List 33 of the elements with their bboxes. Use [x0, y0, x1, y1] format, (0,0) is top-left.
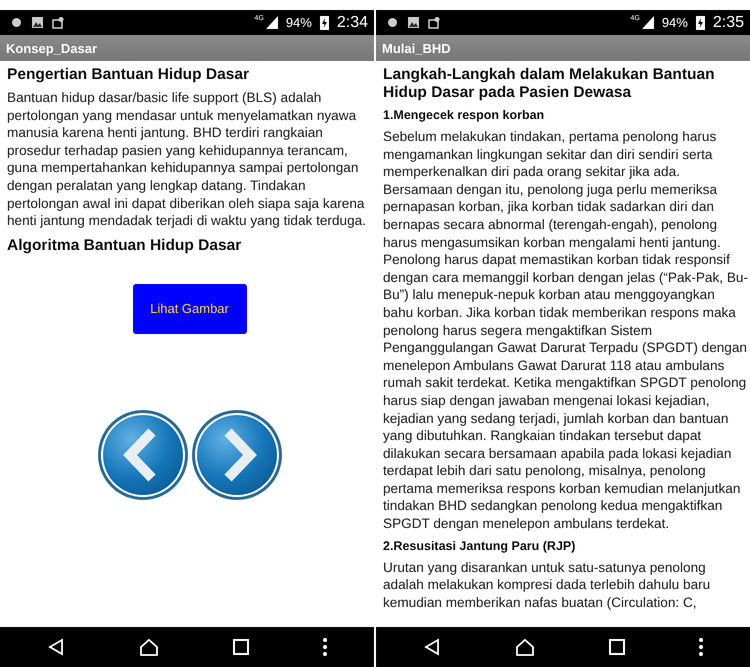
battery-charging-icon	[320, 15, 329, 30]
home-icon[interactable]	[515, 638, 535, 656]
battery-percent: 94%	[662, 15, 688, 30]
signal-icon	[642, 16, 654, 29]
signal-icon	[266, 16, 278, 29]
screen-title: Mulai_BHD	[376, 35, 750, 61]
paragraph-text: Bantuan hidup dasar/basic life support (BLS) adalah pertolongan yang mendasar untuk menyelamatkan nyawa manusia karena henti jantung. BHD terdiri rangkaian prosedur terhadap pasien yang kehidupannya terancam, guna mempertahankan kehidupannya sampai pertolongan dengan peralatan yang lengkap datang. Tindakan pertolongan awal ini dapat diberikan oleh siapa saja karena henti jantung mendadak terjadi di waktu yang tidak terduga.	[7, 89, 367, 230]
battery-percent: 94%	[286, 15, 312, 30]
image-icon	[31, 16, 44, 29]
section-heading: Algoritma Bantuan Hidup Dasar	[7, 236, 242, 255]
step-heading: 2.Resusitasi Jantung Paru (RJP)	[383, 538, 576, 554]
paragraph-text: Sebelum melakukan tindakan, pertama penolong harus mengamankan lingkungan sekitar dan diri sendiri serta memperkenalkan diri pada orang sekitar jika ada. Bersamaan dengan itu, penolong juga perlu memeriksa pernapasan korban, jika korban tidak sadarkan diri dan bernapas secara abnormal (terengah-engah), penolong harus mengasumsikan korban mengalami henti jantung. Penolong harus dapat memastikan korban tidak responsif dengan cara memanggil korban dengan jelas (“Pak-Pak, Bu-Bu”) lalu menepuk-nepuk korban atau menggoyangkan bahu korban. Jika korban tidak memberikan respons maka penolong harus segera mengaktifkan Sistem Penganggulangan Gawat Darurat Terpadu (SPGDT) dengan menelepon Ambulans Gawat Darurat 118 atau ambulans rumah sakit terdekat. Ketika mengaktifkan SPGDT penolong harus siap dengan jawaban mengenai lokasi kejadian, kejadian yang sedang terjadi, jumlah korban dan bantuan yang dibutuhkan. Rangkaian tindakan tersebut dapat dilakukan secara bersamaan apabila pada lokasi kejadian terdapat lebih dari satu penolong, misalnya, penolong pertama memeriksa respons korban kemudian melanjutkan tindakan BHD sedangkan penolong kedua mengaktifkan SPGDT dengan menelepon ambulans terdekat.	[383, 128, 748, 533]
home-icon[interactable]	[139, 638, 159, 656]
notification-icon	[10, 16, 23, 29]
previous-button[interactable]	[96, 408, 190, 502]
section-heading: Langkah-Langkah dalam Melakukan Bantuan Hidup Dasar pada Pasien Dewasa	[383, 66, 716, 102]
menu-icon[interactable]	[323, 638, 327, 656]
section-heading: Pengertian Bantuan Hidup Dasar	[7, 66, 250, 84]
view-image-button[interactable]: Lihat Gambar	[132, 284, 246, 334]
back-icon[interactable]	[423, 638, 441, 656]
paragraph-text: Urutan yang disarankan untuk satu-satunya penolong adalah melakukan kompresi dada terlebih dahulu baru kemudian memberikan nafas buatan (Circulation: C,	[383, 558, 712, 612]
recents-icon[interactable]	[609, 639, 625, 655]
back-icon[interactable]	[47, 638, 65, 656]
clock-time: 2:35	[712, 14, 744, 32]
next-button[interactable]	[190, 408, 284, 502]
step-heading: 1.Mengecek respon korban	[383, 107, 546, 123]
image-icon	[407, 16, 420, 29]
menu-icon[interactable]	[699, 638, 703, 656]
screen-title: Konsep_Dasar	[0, 35, 374, 61]
recents-icon[interactable]	[233, 639, 249, 655]
battery-charging-icon	[696, 15, 705, 30]
clock-time: 2:34	[336, 14, 368, 32]
notification-icon	[386, 16, 399, 29]
